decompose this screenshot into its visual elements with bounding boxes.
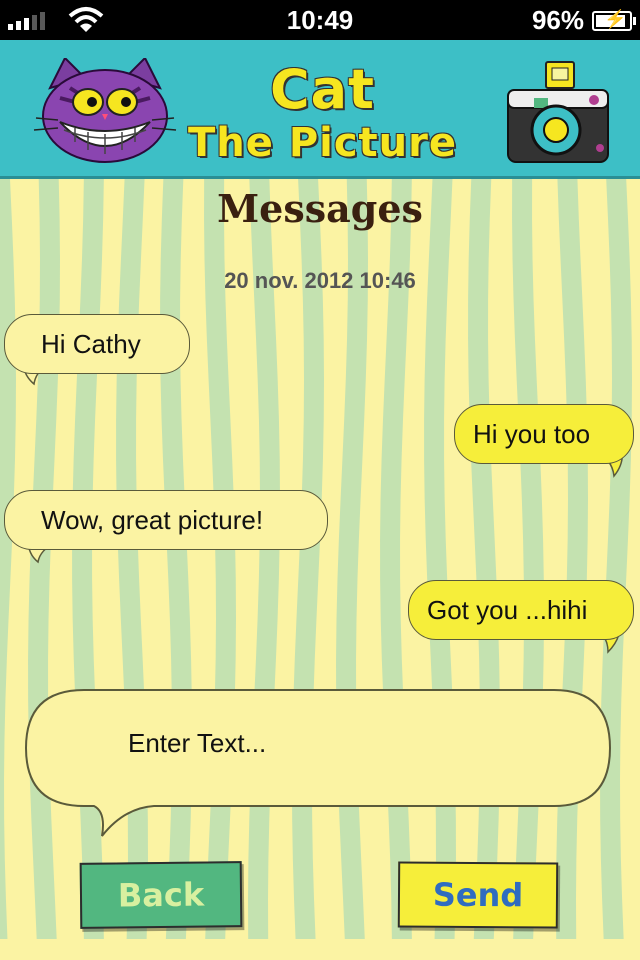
app-title-line2: The Picture	[188, 120, 458, 166]
message-text: Wow, great picture!	[41, 504, 264, 535]
striped-background	[0, 179, 640, 960]
page-title: Messages	[217, 186, 423, 231]
message-text: Got you ...hihi	[427, 594, 588, 625]
message-bubble-incoming: Wow, great picture!	[4, 490, 328, 550]
message-timestamp: 20 nov. 2012 10:46	[224, 268, 416, 293]
message-bubble-outgoing: Got you ...hihi	[408, 580, 634, 640]
camera-icon	[507, 61, 609, 163]
send-button[interactable]: Send	[397, 861, 559, 929]
status-bar: 10:49 96% ⚡	[0, 0, 640, 40]
back-button[interactable]: Back	[79, 861, 243, 929]
send-button-label: Send	[432, 875, 524, 915]
message-bubble-incoming: Hi Cathy	[4, 314, 190, 374]
battery-icon: ⚡	[592, 9, 636, 31]
message-input[interactable]: Enter Text...	[128, 728, 266, 759]
app-header: Cat The Picture	[0, 40, 640, 179]
app-title-line1: Cat	[270, 58, 375, 121]
message-input-bubble[interactable]	[24, 688, 612, 838]
message-bubble-outgoing: Hi you too	[454, 404, 634, 464]
battery-percent: 96%	[531, 5, 584, 35]
back-button-label: Back	[117, 875, 205, 915]
message-text: Hi you too	[473, 418, 591, 449]
message-text: Hi Cathy	[41, 328, 141, 359]
cheshire-cat-logo-icon	[33, 58, 177, 163]
